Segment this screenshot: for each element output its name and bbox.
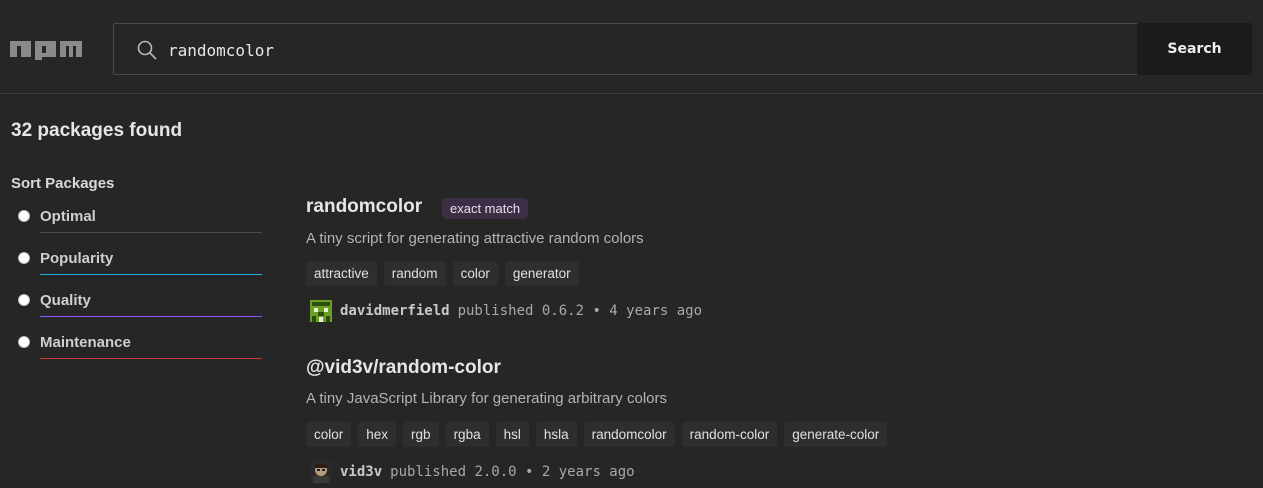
search-result: @vid3v/random-color A tiny JavaScript Li… [306, 357, 1246, 488]
publisher-info: vid3v published 2.0.0 • 2 years ago [306, 461, 635, 483]
search-input[interactable] [168, 36, 1108, 64]
sort-option-label[interactable]: Maintenance [40, 334, 131, 351]
package-name-link[interactable]: randomcolor [306, 196, 422, 218]
search-icon [137, 40, 157, 60]
site-header: Search [0, 0, 1263, 94]
search-button[interactable]: Search [1137, 23, 1252, 75]
keyword-tag[interactable]: random [383, 261, 446, 286]
keyword-tag[interactable]: rgb [403, 422, 439, 447]
keyword-tag[interactable]: color [452, 261, 498, 286]
radio-icon[interactable] [18, 294, 30, 306]
keyword-tag[interactable]: color [306, 422, 352, 447]
sort-option-label[interactable]: Optimal [40, 208, 96, 225]
keyword-tag[interactable]: rgba [445, 422, 489, 447]
search-box [113, 23, 1137, 75]
publish-meta: published 0.6.2 • 4 years ago [457, 303, 703, 319]
search-result: randomcolor exact match A tiny script fo… [306, 196, 1246, 326]
keyword-tag[interactable]: hex [358, 422, 397, 447]
sort-underline [40, 316, 262, 317]
publish-meta: published 2.0.0 • 2 years ago [390, 464, 635, 480]
keyword-tag[interactable]: random-color [681, 422, 778, 447]
sort-underline [40, 358, 262, 359]
sort-option-popularity[interactable]: Popularity [18, 250, 262, 280]
package-description: A tiny script for generating attractive … [306, 230, 644, 247]
photo-avatar-icon[interactable] [310, 461, 332, 483]
sort-option-label[interactable]: Quality [40, 292, 91, 309]
publisher-info: davidmerfield published 0.6.2 • 4 years … [306, 300, 702, 322]
keyword-tag[interactable]: generator [504, 261, 579, 286]
exact-match-badge: exact match [442, 198, 529, 219]
keyword-tag[interactable]: hsl [495, 422, 529, 447]
sort-option-optimal[interactable]: Optimal [18, 208, 262, 238]
sort-title: Sort Packages [11, 175, 115, 192]
results-count: 32 packages found [11, 120, 183, 141]
pixel-avatar-icon[interactable] [310, 300, 332, 322]
keyword-list: attractive random color generator [306, 261, 579, 286]
package-name-link[interactable]: @vid3v/random-color [306, 357, 501, 379]
sort-option-maintenance[interactable]: Maintenance [18, 334, 262, 364]
npm-logo-icon[interactable] [10, 38, 82, 60]
keyword-tag[interactable]: randomcolor [583, 422, 675, 447]
keyword-list: color hex rgb rgba hsl hsla randomcolor … [306, 422, 888, 447]
sort-option-label[interactable]: Popularity [40, 250, 113, 267]
publisher-username[interactable]: vid3v [340, 464, 382, 480]
package-description: A tiny JavaScript Library for generating… [306, 390, 667, 407]
keyword-tag[interactable]: generate-color [784, 422, 888, 447]
publisher-username[interactable]: davidmerfield [340, 303, 450, 319]
keyword-tag[interactable]: attractive [306, 261, 377, 286]
sort-underline [40, 274, 262, 275]
keyword-tag[interactable]: hsla [535, 422, 577, 447]
sort-option-quality[interactable]: Quality [18, 292, 262, 322]
radio-icon[interactable] [18, 210, 30, 222]
sort-underline [40, 232, 262, 233]
radio-icon[interactable] [18, 252, 30, 264]
radio-icon[interactable] [18, 336, 30, 348]
